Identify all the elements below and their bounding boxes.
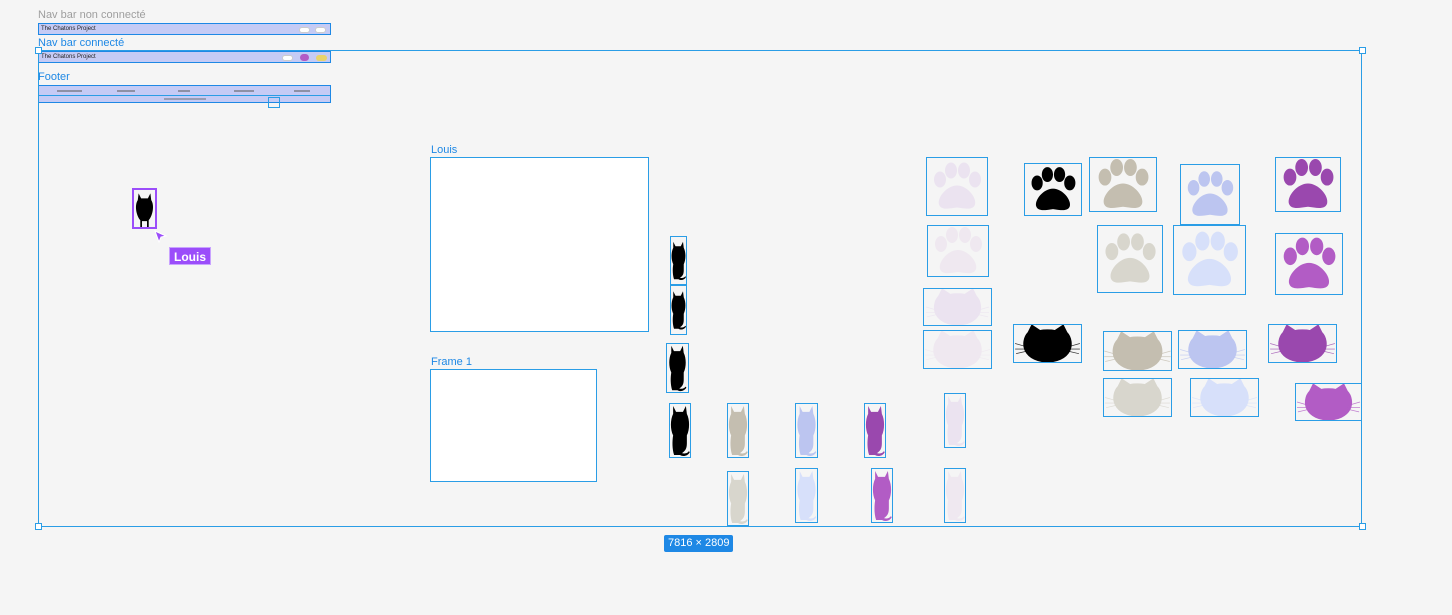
cat-head-icon[interactable] (1190, 378, 1259, 417)
paw-icon[interactable] (1275, 233, 1343, 295)
cat-head-icon[interactable] (1178, 330, 1247, 369)
cat-sitting-icon[interactable] (666, 343, 689, 393)
cat-sitting-icon[interactable] (669, 403, 691, 458)
cat-sitting-icon[interactable] (795, 468, 818, 523)
cat-head-icon[interactable] (1013, 324, 1082, 363)
paw-icon[interactable] (1089, 157, 1157, 212)
resize-handle-bottom-right[interactable] (1359, 523, 1366, 530)
nav-signup-button (315, 27, 326, 33)
cat-sitting-icon[interactable] (727, 471, 749, 526)
nav-title: The Chatons Project (41, 26, 96, 32)
nav-bar-non-connecte-frame[interactable]: The Chatons Project (38, 23, 331, 35)
cat-head-icon[interactable] (1268, 324, 1337, 363)
paw-icon[interactable] (1024, 163, 1082, 216)
paw-icon[interactable] (927, 225, 989, 277)
cat-head-icon[interactable] (1103, 378, 1172, 417)
collaborator-cursor-label: Louis (169, 247, 211, 265)
cursor-arrow-icon (154, 230, 168, 244)
frame-label-nav-connecte[interactable]: Nav bar connecté (38, 37, 124, 49)
paw-icon[interactable] (1275, 157, 1341, 212)
resize-handle-bottom-left[interactable] (35, 523, 42, 530)
frame1-frame[interactable] (430, 369, 597, 482)
paw-icon[interactable] (1097, 225, 1163, 293)
cat-sitting-icon[interactable] (944, 468, 966, 523)
nav-login-button (299, 27, 310, 33)
cat-head-icon[interactable] (1295, 383, 1362, 421)
resize-handle-top-left[interactable] (35, 47, 42, 54)
frame-label-louis[interactable]: Louis (431, 144, 457, 156)
paw-icon[interactable] (1180, 164, 1240, 225)
frame-label-nav-non-connecte[interactable]: Nav bar non connecté (38, 9, 146, 21)
cat-head-icon[interactable] (923, 288, 992, 326)
paw-icon[interactable] (926, 157, 988, 216)
cat-sitting-icon[interactable] (795, 403, 818, 458)
cat-sitting-icon[interactable] (670, 236, 687, 285)
cat-sitting-icon[interactable] (670, 285, 687, 335)
cat-sitting-icon[interactable] (727, 403, 749, 458)
cat-sitting-icon[interactable] (944, 393, 966, 448)
louis-frame[interactable] (430, 157, 649, 332)
cat-sitting-icon[interactable] (864, 403, 886, 458)
cat-head-icon[interactable] (923, 330, 992, 369)
design-canvas[interactable]: Nav bar non connecté The Chatons Project… (0, 0, 1452, 615)
cat-head-icon[interactable] (1103, 331, 1172, 371)
frame-label-frame1[interactable]: Frame 1 (431, 356, 472, 368)
cat-sitting-icon[interactable] (132, 188, 157, 229)
paw-icon[interactable] (1173, 225, 1246, 295)
selection-size-badge: 7816 × 2809 (664, 535, 734, 552)
resize-handle-top-right[interactable] (1359, 47, 1366, 54)
selection-bounds (38, 50, 1362, 527)
cat-sitting-icon[interactable] (871, 468, 893, 523)
